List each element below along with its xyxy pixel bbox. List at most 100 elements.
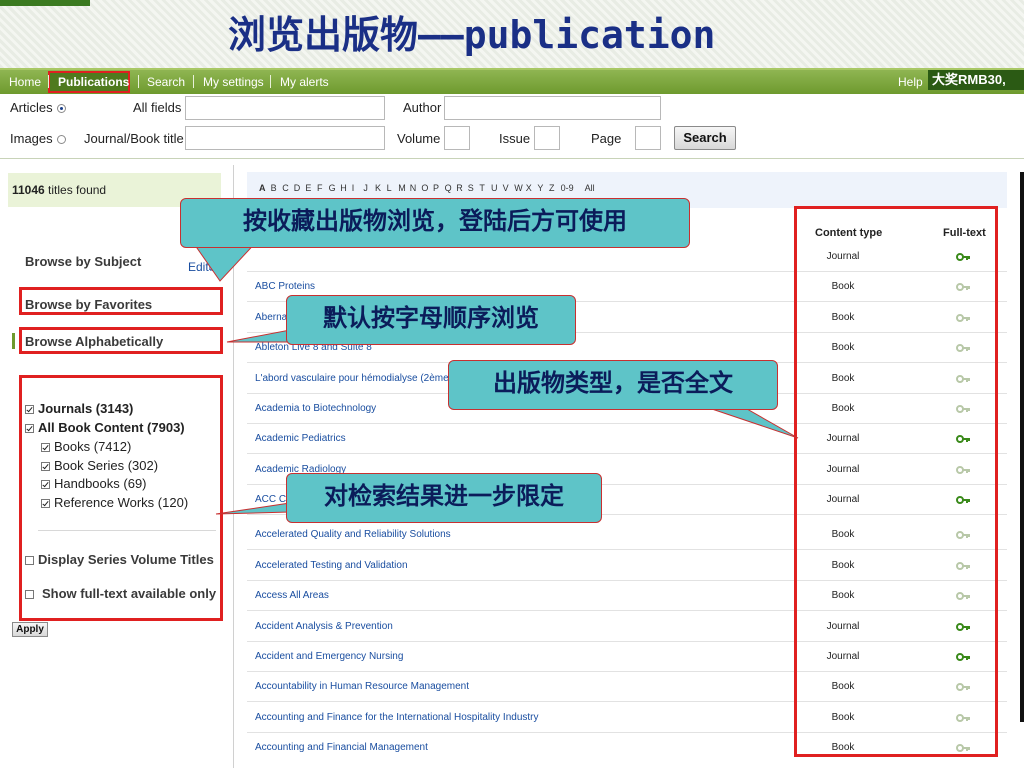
alphabet-letter[interactable]: F bbox=[317, 183, 323, 193]
banner-ad[interactable]: 大奖RMB30, bbox=[928, 70, 1024, 90]
filter-reference-works[interactable]: Reference Works (120) bbox=[41, 495, 188, 510]
row-title-link[interactable]: Accident and Emergency Nursing bbox=[255, 651, 403, 662]
display-series-volume-titles[interactable]: Display Series Volume Titles bbox=[25, 552, 214, 567]
alphabet-letter[interactable]: K bbox=[375, 183, 381, 193]
show-full-text-only[interactable]: Show full-text available only bbox=[25, 586, 216, 601]
row-title-link[interactable]: ACC C bbox=[255, 494, 286, 505]
images-radio[interactable] bbox=[56, 135, 66, 145]
articles-label: Articles bbox=[10, 100, 53, 115]
scrollbar[interactable] bbox=[1020, 172, 1024, 722]
alphabet-letter[interactable]: Y bbox=[537, 183, 543, 193]
filter-all-book-content[interactable]: All Book Content (7903) bbox=[25, 420, 185, 435]
form-divider bbox=[0, 158, 1024, 159]
checkbox[interactable] bbox=[41, 480, 50, 490]
search-button[interactable]: Search bbox=[674, 126, 736, 150]
articles-radio-row[interactable]: Articles bbox=[10, 100, 66, 115]
row-title-link[interactable]: Accounting and Financial Management bbox=[255, 742, 428, 753]
checkbox[interactable] bbox=[25, 590, 34, 600]
nav-publications[interactable]: Publications bbox=[58, 74, 129, 90]
alphabet-letter[interactable]: R bbox=[456, 183, 463, 193]
alphabet-letter[interactable]: G bbox=[329, 183, 336, 193]
nav-my-settings[interactable]: My settings bbox=[203, 74, 264, 90]
alphabet-letter[interactable]: I bbox=[352, 183, 355, 193]
checkbox[interactable] bbox=[41, 462, 50, 472]
row-title-link[interactable]: ABC Proteins bbox=[255, 281, 315, 292]
edit-label: Edit bbox=[188, 260, 209, 274]
nav-my-alerts[interactable]: My alerts bbox=[280, 74, 329, 90]
alphabet-letter[interactable]: C bbox=[282, 183, 289, 193]
edit-link[interactable]: Edit⧉ bbox=[188, 260, 216, 274]
filter-journals[interactable]: Journals (3143) bbox=[25, 401, 133, 416]
row-title-link[interactable]: Aberna bbox=[255, 312, 287, 323]
filter-books[interactable]: Books (7412) bbox=[41, 439, 131, 454]
all-fields-input[interactable] bbox=[185, 96, 385, 120]
row-title-link[interactable]: L'abord vasculaire pour hémodialyse (2èm… bbox=[255, 373, 449, 384]
option-label: Show full-text available only bbox=[42, 586, 217, 601]
row-title-link[interactable]: Accounting and Finance for the Internati… bbox=[255, 712, 539, 723]
images-radio-row[interactable]: Images bbox=[10, 131, 66, 146]
panel-divider bbox=[233, 165, 234, 768]
checkbox[interactable] bbox=[25, 405, 34, 415]
nav-separator bbox=[138, 75, 139, 88]
row-title-link[interactable]: Accelerated Quality and Reliability Solu… bbox=[255, 529, 451, 540]
row-title-link[interactable]: Academic Pediatrics bbox=[255, 433, 346, 444]
alphabet-letter[interactable]: W bbox=[514, 183, 523, 193]
row-title-link[interactable]: Accountability in Human Resource Managem… bbox=[255, 681, 469, 692]
apply-button[interactable]: Apply bbox=[12, 622, 48, 637]
alphabet-letter[interactable]: 0-9 bbox=[561, 183, 574, 193]
nav-search[interactable]: Search bbox=[147, 74, 185, 90]
alphabet-letter[interactable]: Q bbox=[445, 183, 452, 193]
slide-title: 浏览出版物——publication bbox=[228, 13, 716, 57]
content-type-highlight bbox=[794, 206, 998, 757]
journal-title-input[interactable] bbox=[185, 126, 385, 150]
all-fields-label: All fields bbox=[133, 100, 182, 115]
external-link-icon: ⧉ bbox=[208, 263, 216, 274]
alphabetical-highlight bbox=[19, 327, 223, 354]
row-title-link[interactable]: Accident Analysis & Prevention bbox=[255, 621, 393, 632]
alphabet-letter[interactable]: M bbox=[398, 183, 406, 193]
filter-handbooks[interactable]: Handbooks (69) bbox=[41, 476, 147, 491]
row-title-link[interactable]: Access All Areas bbox=[255, 590, 329, 601]
alphabet-letter[interactable]: N bbox=[410, 183, 417, 193]
row-title-link[interactable]: Academia to Biotechnology bbox=[255, 403, 376, 414]
author-input[interactable] bbox=[444, 96, 661, 120]
checkbox[interactable] bbox=[41, 499, 50, 509]
alphabet-letter[interactable]: Z bbox=[549, 183, 555, 193]
callout-favorites: 按收藏出版物浏览，登陆后方可使用 bbox=[180, 198, 690, 248]
issue-input[interactable] bbox=[534, 126, 560, 150]
alphabet-letter[interactable]: V bbox=[503, 183, 509, 193]
alphabet-letter[interactable]: X bbox=[526, 183, 532, 193]
checkbox[interactable] bbox=[25, 424, 34, 434]
browse-by-subject[interactable]: Browse by Subject bbox=[25, 254, 141, 269]
nav-separator bbox=[48, 75, 49, 88]
alphabet-letter[interactable]: D bbox=[294, 183, 301, 193]
favorites-highlight bbox=[19, 287, 223, 315]
alphabet-letter[interactable]: S bbox=[468, 183, 474, 193]
articles-radio[interactable] bbox=[56, 104, 66, 114]
filter-label: All Book Content (7903) bbox=[38, 420, 185, 435]
checkbox[interactable] bbox=[41, 443, 50, 453]
filter-book-series[interactable]: Book Series (302) bbox=[41, 458, 158, 473]
alphabet-letter[interactable]: All bbox=[585, 183, 595, 193]
logo-fragment bbox=[0, 0, 90, 6]
volume-input[interactable] bbox=[444, 126, 470, 150]
row-title-link[interactable]: Accelerated Testing and Validation bbox=[255, 560, 408, 571]
filter-label: Handbooks (69) bbox=[54, 476, 147, 491]
page-input[interactable] bbox=[635, 126, 661, 150]
alphabet-letter[interactable]: J bbox=[363, 183, 368, 193]
author-label: Author bbox=[403, 100, 442, 115]
alphabet-letter[interactable]: T bbox=[479, 183, 485, 193]
alphabet-letter[interactable]: P bbox=[433, 183, 439, 193]
page-label: Page bbox=[591, 131, 622, 146]
alphabet-letter[interactable]: U bbox=[491, 183, 498, 193]
nav-home[interactable]: Home bbox=[9, 74, 41, 90]
images-label: Images bbox=[10, 131, 53, 146]
alphabet-letter[interactable]: L bbox=[387, 183, 392, 193]
nav-help[interactable]: Help bbox=[898, 74, 923, 90]
alphabet-letter[interactable]: B bbox=[271, 183, 277, 193]
alphabet-letter[interactable]: O bbox=[421, 183, 428, 193]
alphabet-letter[interactable]: E bbox=[305, 183, 311, 193]
alphabet-letter[interactable]: H bbox=[340, 183, 347, 193]
filter-label: Book Series (302) bbox=[54, 458, 159, 473]
checkbox[interactable] bbox=[25, 556, 34, 566]
